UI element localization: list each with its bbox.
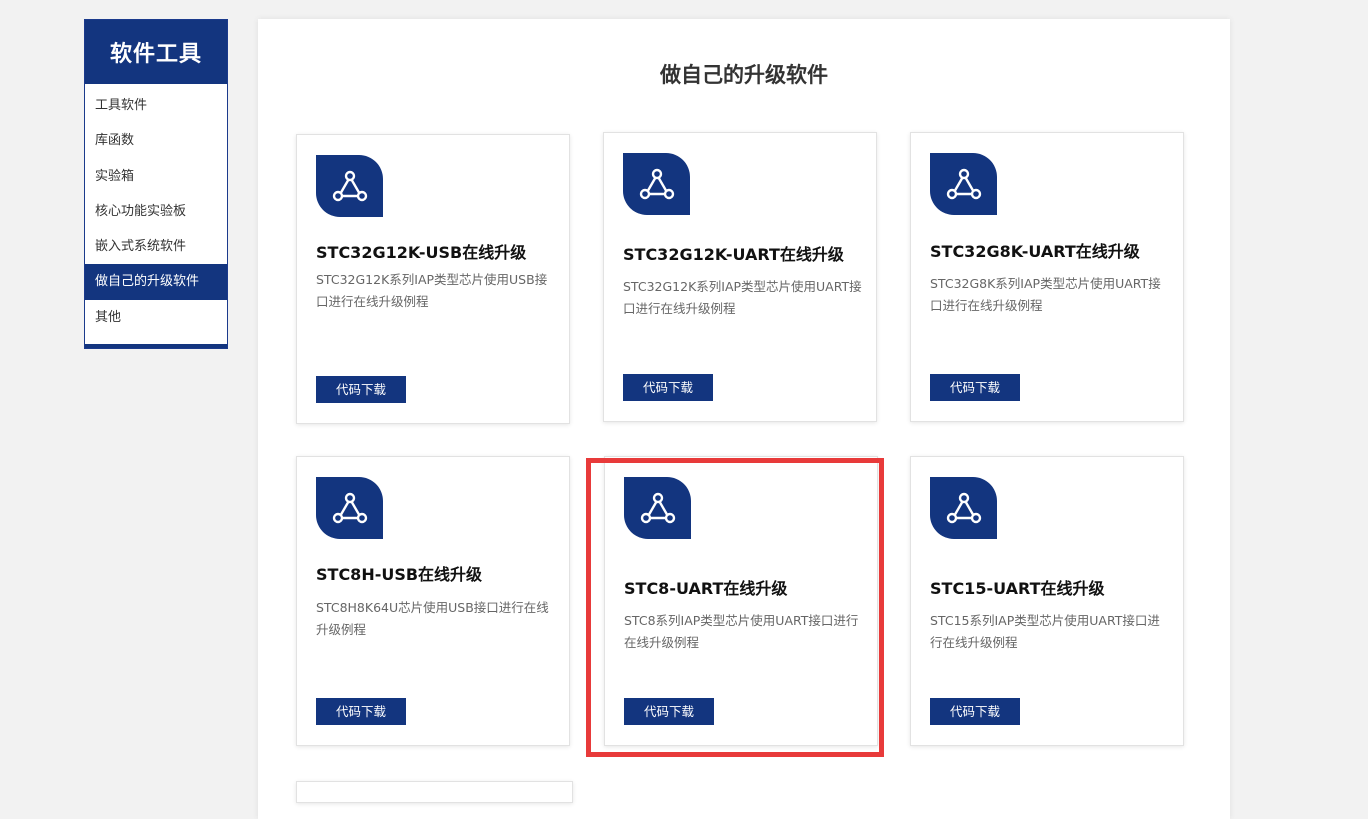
card-stc15-uart: STC15-UART在线升级 STC15系列IAP类型芯片使用UART接口进行在…: [910, 456, 1184, 746]
sidebar-item-core-board[interactable]: 核心功能实验板: [85, 194, 227, 229]
network-triangle-icon: [316, 155, 383, 217]
sidebar-item-lab-box[interactable]: 实验箱: [85, 159, 227, 194]
card-title: STC32G8K-UART在线升级: [930, 242, 1140, 261]
card-description: STC32G8K系列IAP类型芯片使用UART接口进行在线升级例程: [930, 276, 1161, 313]
sidebar: 软件工具 工具软件 库函数 实验箱 核心功能实验板 嵌入式系统软件 做自己的升级…: [84, 19, 228, 349]
card-title: STC8H-USB在线升级: [316, 565, 483, 584]
network-triangle-icon: [624, 477, 691, 539]
card-description: STC32G12K系列IAP类型芯片使用UART接口进行在线升级例程: [623, 279, 862, 316]
network-triangle-icon: [930, 153, 997, 215]
sidebar-item-tools[interactable]: 工具软件: [85, 88, 227, 123]
download-button[interactable]: 代码下载: [316, 698, 406, 725]
network-triangle-icon: [316, 477, 383, 539]
sidebar-item-library[interactable]: 库函数: [85, 123, 227, 158]
card-title: STC32G12K-UART在线升级: [623, 245, 844, 264]
card-title: STC15-UART在线升级: [930, 579, 1105, 598]
card-description: STC8系列IAP类型芯片使用UART接口进行在线升级例程: [624, 613, 859, 650]
network-triangle-icon: [623, 153, 690, 215]
card-stc8-uart: STC8-UART在线升级 STC8系列IAP类型芯片使用UART接口进行在线升…: [604, 456, 878, 746]
network-triangle-icon: [930, 477, 997, 539]
card-stc32g8k-uart: STC32G8K-UART在线升级 STC32G8K系列IAP类型芯片使用UAR…: [910, 132, 1184, 422]
download-button[interactable]: 代码下载: [930, 374, 1020, 401]
card-description: STC15系列IAP类型芯片使用UART接口进行在线升级例程: [930, 613, 1160, 650]
sidebar-item-upgrade[interactable]: 做自己的升级软件: [85, 264, 227, 300]
card-title: STC32G12K-USB在线升级: [316, 243, 527, 262]
card-title: STC8-UART在线升级: [624, 579, 788, 598]
card-stc8h-usb: STC8H-USB在线升级 STC8H8K64U芯片使用USB接口进行在线升级例…: [296, 456, 570, 746]
card-description: STC32G12K系列IAP类型芯片使用USB接口进行在线升级例程: [316, 272, 548, 309]
download-button[interactable]: 代码下载: [623, 374, 713, 401]
card-partial: [296, 781, 573, 803]
sidebar-bottom-bar: [85, 344, 227, 348]
download-button[interactable]: 代码下载: [624, 698, 714, 725]
card-description: STC8H8K64U芯片使用USB接口进行在线升级例程: [316, 600, 549, 637]
download-button[interactable]: 代码下载: [316, 376, 406, 403]
card-stc32g12k-usb: STC32G12K-USB在线升级 STC32G12K系列IAP类型芯片使用US…: [296, 134, 570, 424]
sidebar-item-other[interactable]: 其他: [85, 300, 227, 335]
sidebar-list: 工具软件 库函数 实验箱 核心功能实验板 嵌入式系统软件 做自己的升级软件 其他: [85, 84, 227, 335]
page-title: 做自己的升级软件: [660, 63, 828, 87]
sidebar-title: 软件工具: [85, 20, 227, 84]
card-stc32g12k-uart: STC32G12K-UART在线升级 STC32G12K系列IAP类型芯片使用U…: [603, 132, 877, 422]
download-button[interactable]: 代码下载: [930, 698, 1020, 725]
sidebar-item-embedded[interactable]: 嵌入式系统软件: [85, 229, 227, 264]
